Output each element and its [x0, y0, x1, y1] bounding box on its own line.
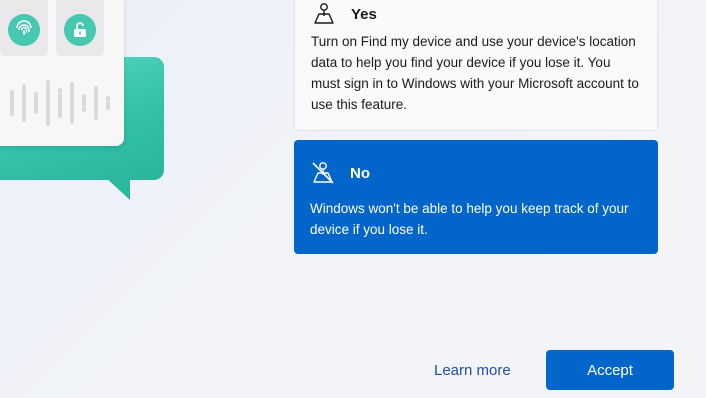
- option-yes-header: Yes: [311, 0, 641, 29]
- unlock-icon: [64, 14, 96, 46]
- option-no-card[interactable]: No Windows won't be able to help you kee…: [294, 140, 658, 254]
- location-off-icon: [312, 162, 334, 184]
- fingerprint-tile: [0, 0, 48, 56]
- option-yes-description: Turn on Find my device and use your devi…: [311, 34, 639, 112]
- option-yes-title: Yes: [351, 5, 377, 23]
- phone-card-illustration: [0, 0, 124, 146]
- option-no-description: Windows won't be able to help you keep t…: [310, 201, 629, 237]
- option-no-title: No: [350, 164, 370, 182]
- fingerprint-icon: [8, 14, 40, 46]
- illustration: [0, 0, 180, 210]
- option-yes-card[interactable]: Yes Turn on Find my device and use your …: [294, 0, 658, 131]
- option-no-header: No: [310, 156, 642, 190]
- location-person-icon: [314, 3, 334, 24]
- accept-button[interactable]: Accept: [546, 350, 674, 390]
- learn-more-link[interactable]: Learn more: [434, 362, 511, 379]
- chat-bubble-tail: [104, 176, 130, 200]
- voice-wave-icon: [10, 80, 110, 126]
- unlock-tile: [56, 0, 104, 56]
